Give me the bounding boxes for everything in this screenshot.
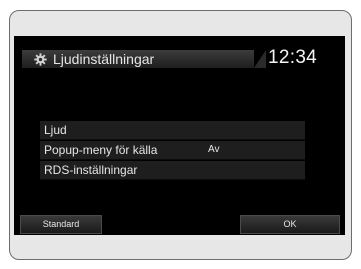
menu-item-label: Ljud <box>44 123 67 137</box>
menu-item-value: Av <box>208 144 220 155</box>
menu-item-popup-meny[interactable]: Popup-meny för källa Av <box>40 141 305 160</box>
settings-menu: Ljud Popup-meny för källa Av RDS-inställ… <box>40 121 305 181</box>
standard-button[interactable]: Standard <box>20 215 102 234</box>
menu-item-label: Popup-meny för källa <box>44 143 158 157</box>
menu-item-rds-installningar[interactable]: RDS-inställningar <box>40 161 305 180</box>
clock-display: 12:34 <box>268 47 318 68</box>
menu-item-ljud[interactable]: Ljud <box>40 121 305 140</box>
ok-button[interactable]: OK <box>240 215 340 234</box>
display-screen: Ljudinställningar 12:34 Ljud Popup-meny … <box>14 36 345 235</box>
screen-header: Ljudinställningar 12:34 <box>14 36 345 68</box>
gear-icon <box>34 53 47 66</box>
page-title: Ljudinställningar <box>53 51 155 67</box>
menu-item-label: RDS-inställningar <box>44 163 138 177</box>
clock-tab <box>254 50 266 68</box>
